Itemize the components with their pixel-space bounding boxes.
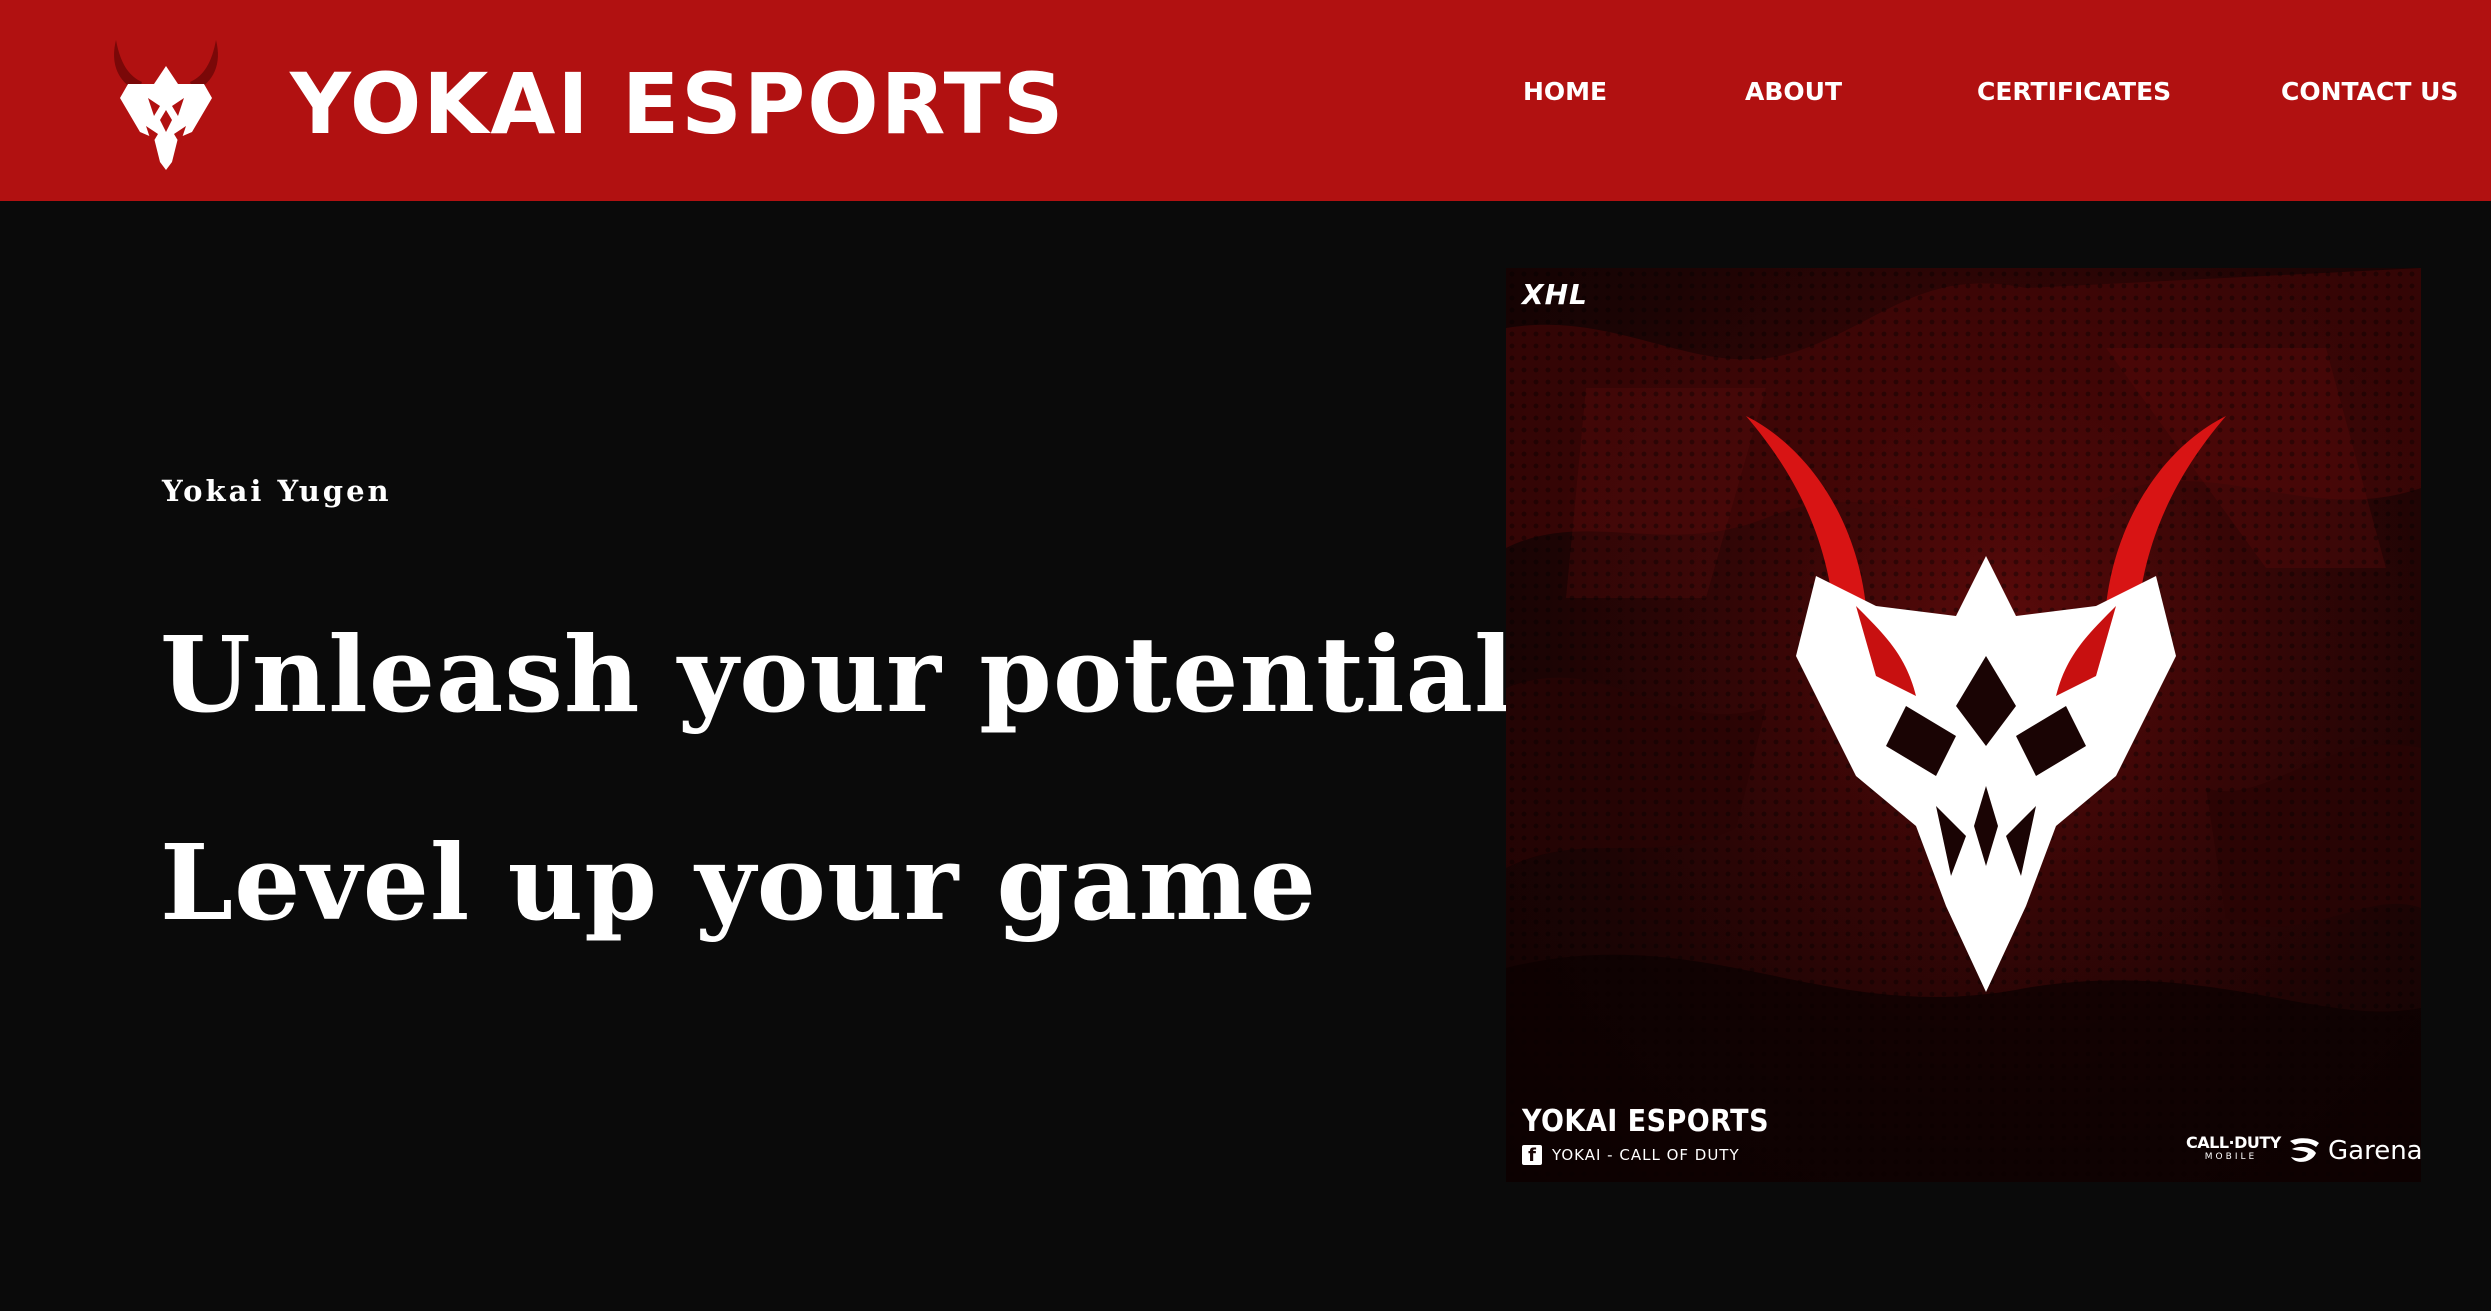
poster-corner-tag: XHL: [1522, 278, 1588, 311]
team-poster-image: XHL YOKAI ESPORTS f YOKAI - CALL OF DUTY…: [1506, 268, 2421, 1182]
garena-logo: Garena: [2286, 1134, 2421, 1168]
poster-social-text: YOKAI - CALL OF DUTY: [1552, 1146, 1740, 1164]
oni-mask-icon[interactable]: [108, 36, 224, 170]
hero-eyebrow: Yokai Yugen: [162, 474, 392, 508]
garena-icon: [2290, 1138, 2319, 1162]
nav-certificates[interactable]: CERTIFICATES: [1977, 72, 2171, 112]
codm-logo-line-2: MOBILE: [2204, 1152, 2258, 1162]
oni-mask-icon: [1746, 416, 2226, 992]
facebook-icon: f: [1522, 1145, 1542, 1166]
garena-text: Garena: [2328, 1136, 2421, 1166]
call-of-duty-mobile-logo: CALL·DUTY MOBILE: [2186, 1133, 2281, 1164]
poster-team-name: YOKAI ESPORTS: [1522, 1104, 1770, 1139]
nav-home[interactable]: HOME: [1523, 72, 1607, 112]
site-header: YOKAI ESPORTS HOME ABOUT CERTIFICATES CO…: [0, 0, 2491, 201]
poster-social: f YOKAI - CALL OF DUTY: [1522, 1143, 1740, 1167]
nav-about[interactable]: ABOUT: [1745, 72, 1842, 112]
hero-headline-2: Level up your game: [160, 821, 1317, 944]
brand-name[interactable]: YOKAI ESPORTS: [290, 54, 1065, 154]
codm-logo-line-1: CALL·DUTY: [2186, 1133, 2281, 1152]
nav-contact-us[interactable]: CONTACT US: [2281, 72, 2458, 112]
hero-headline-1: Unleash your potential: [160, 613, 1515, 736]
